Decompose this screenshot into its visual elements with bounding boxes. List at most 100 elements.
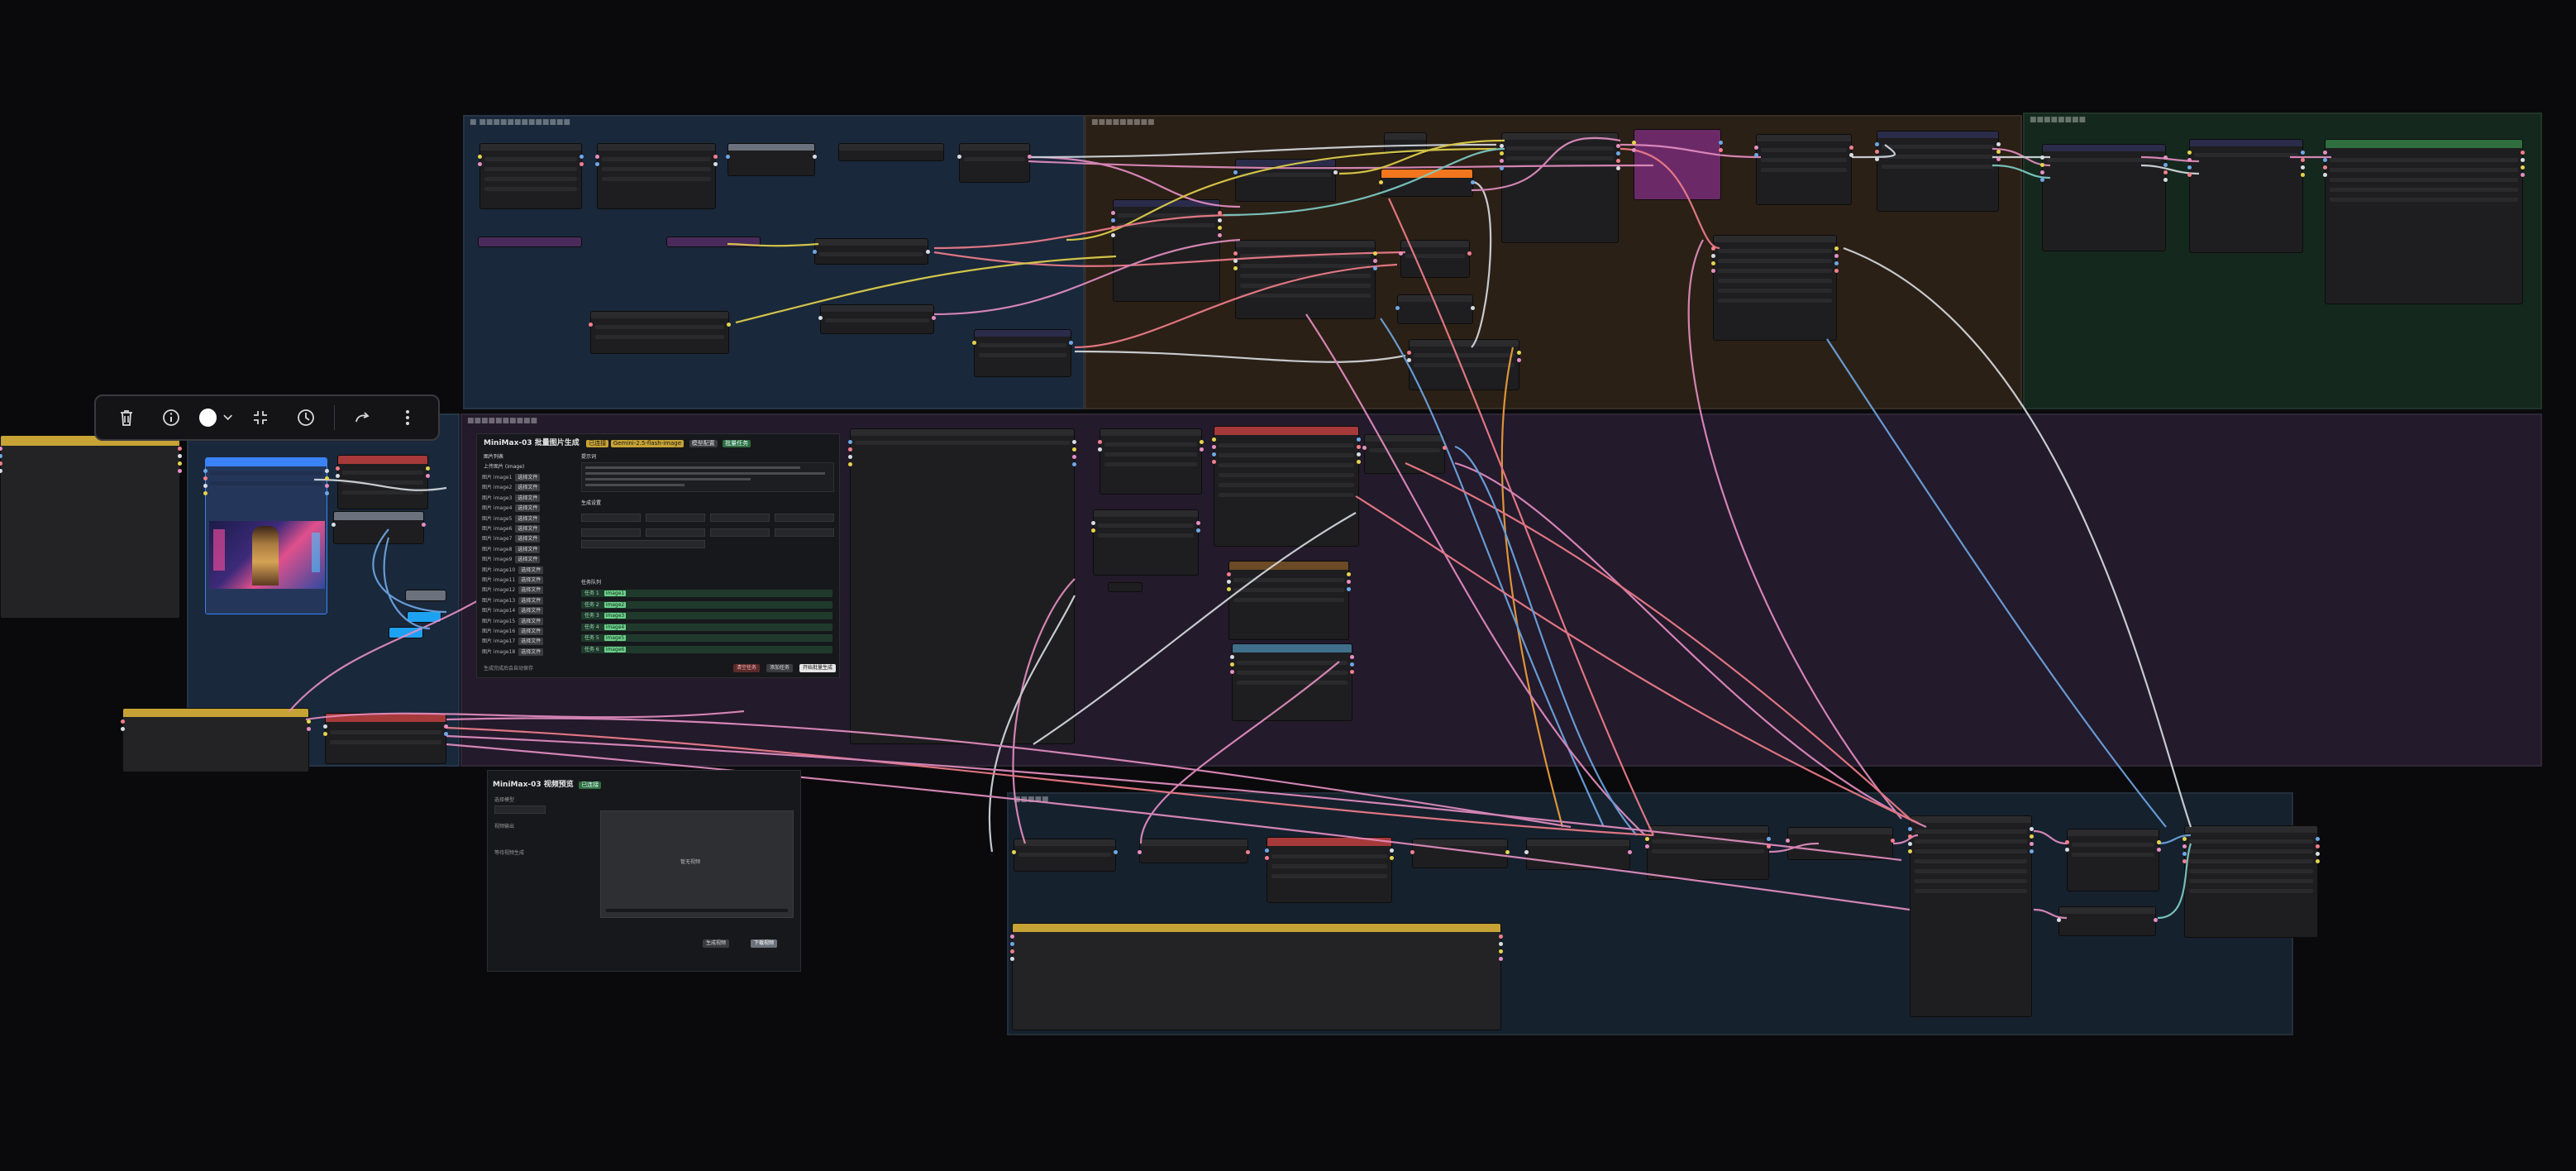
node-port[interactable] — [2030, 834, 2034, 839]
node-port[interactable] — [1111, 233, 1115, 237]
node-port[interactable] — [1875, 157, 1879, 161]
node-port[interactable] — [178, 447, 182, 451]
node-port[interactable] — [1390, 856, 1394, 860]
node-port[interactable] — [713, 162, 718, 166]
node-port[interactable] — [203, 476, 208, 480]
tab-batch-tasks[interactable]: 批量任务 — [723, 440, 751, 447]
node-port[interactable] — [2521, 165, 2525, 170]
node-port[interactable] — [307, 727, 311, 731]
node-port[interactable] — [2323, 165, 2327, 170]
choose-file-button[interactable]: 选择文件 — [515, 535, 541, 543]
node-port[interactable] — [1891, 839, 1895, 843]
node-port[interactable] — [2323, 158, 2327, 162]
node-port[interactable] — [848, 462, 852, 466]
node-port[interactable] — [957, 155, 961, 159]
node-port[interactable] — [1407, 351, 1411, 355]
node-port[interactable] — [1373, 259, 1377, 263]
node-red-left[interactable] — [325, 713, 446, 764]
node-brown-1[interactable] — [1113, 199, 1220, 302]
node-bottom-7[interactable] — [1910, 815, 2032, 1017]
node-port[interactable] — [1362, 446, 1367, 450]
node-bottom-8[interactable] — [2067, 829, 2159, 891]
node-purple-2[interactable] — [1093, 509, 1199, 576]
trash-icon[interactable] — [110, 401, 143, 434]
node-port[interactable] — [1908, 834, 1912, 839]
choose-file-button[interactable]: 选择文件 — [518, 617, 544, 625]
node-port[interactable] — [2163, 155, 2168, 160]
video-preview[interactable]: 暂无视频 — [600, 810, 794, 918]
node-purple-bar-2[interactable] — [666, 237, 761, 247]
color-picker-button[interactable] — [199, 401, 232, 434]
node-port[interactable] — [1754, 146, 1758, 150]
node-port[interactable] — [1265, 848, 1269, 853]
node-port[interactable] — [1767, 837, 1771, 841]
node-port[interactable] — [1227, 580, 1231, 584]
node-port[interactable] — [325, 469, 329, 473]
node-port[interactable] — [1616, 159, 1620, 163]
node-bottom-6[interactable] — [1787, 827, 1893, 860]
node-port[interactable] — [848, 447, 852, 452]
node-port[interactable] — [1616, 166, 1620, 170]
node-brown-9[interactable] — [1756, 134, 1852, 205]
node-port[interactable] — [1357, 452, 1361, 456]
node-port[interactable] — [1233, 170, 1238, 174]
node-port[interactable] — [1632, 141, 1636, 145]
node-port[interactable] — [813, 250, 817, 254]
node-purple-red[interactable] — [1214, 426, 1359, 547]
node-port[interactable] — [1212, 445, 1216, 449]
node-port[interactable] — [2301, 173, 2305, 177]
prompt-textarea[interactable] — [581, 462, 834, 492]
node-bottom-1[interactable] — [1014, 839, 1116, 872]
node-port[interactable] — [1849, 153, 1853, 157]
node-bottom-4[interactable] — [1526, 839, 1630, 870]
choose-file-button[interactable]: 选择文件 — [518, 648, 544, 656]
node-purple-3[interactable] — [1364, 434, 1445, 474]
node-top-7[interactable] — [590, 311, 729, 354]
node-port[interactable] — [1471, 306, 1475, 310]
node-port[interactable] — [1711, 269, 1715, 273]
node-green-save[interactable] — [2325, 139, 2523, 304]
node-port[interactable] — [2182, 859, 2187, 863]
node-port[interactable] — [2301, 165, 2305, 170]
node-port[interactable] — [2163, 170, 2168, 174]
choose-file-button[interactable]: 选择文件 — [515, 514, 541, 523]
node-port[interactable] — [1200, 447, 1204, 452]
node-port[interactable] — [323, 732, 327, 736]
node-port[interactable] — [426, 474, 430, 478]
node-port[interactable] — [1443, 446, 1447, 450]
node-top-5[interactable] — [959, 143, 1030, 183]
node-port[interactable] — [2182, 837, 2187, 841]
node-bottom-5[interactable] — [1647, 825, 1769, 880]
info-icon[interactable] — [155, 401, 188, 434]
node-port[interactable] — [2187, 151, 2192, 155]
choose-file-button[interactable]: 选择文件 — [518, 576, 544, 584]
node-port[interactable] — [1227, 587, 1231, 591]
node-port[interactable] — [1218, 218, 1222, 222]
node-port[interactable] — [1218, 233, 1222, 237]
node-port[interactable] — [1010, 934, 1014, 939]
node-port[interactable] — [1196, 521, 1200, 525]
node-port[interactable] — [121, 719, 125, 724]
node-port[interactable] — [1616, 151, 1620, 155]
node-port[interactable] — [1517, 351, 1521, 355]
node-left-large[interactable] — [0, 435, 180, 619]
node-port[interactable] — [1246, 850, 1250, 854]
node-port[interactable] — [1227, 572, 1231, 576]
collapse-icon[interactable] — [244, 401, 277, 434]
node-port[interactable] — [713, 155, 718, 159]
node-port[interactable] — [2154, 918, 2158, 922]
more-vertical-icon[interactable] — [391, 401, 424, 434]
node-port[interactable] — [1996, 142, 2001, 146]
node-port[interactable] — [325, 484, 329, 488]
node-port[interactable] — [178, 454, 182, 458]
node-port[interactable] — [972, 341, 976, 345]
model-select[interactable] — [494, 805, 546, 814]
node-port[interactable] — [1010, 949, 1014, 954]
node-port[interactable] — [1499, 934, 1503, 939]
node-port[interactable] — [1230, 655, 1234, 659]
node-port[interactable] — [1347, 572, 1351, 576]
node-port[interactable] — [1379, 180, 1383, 184]
node-port[interactable] — [1524, 850, 1529, 854]
node-port[interactable] — [1505, 850, 1510, 854]
node-port[interactable] — [2163, 178, 2168, 182]
